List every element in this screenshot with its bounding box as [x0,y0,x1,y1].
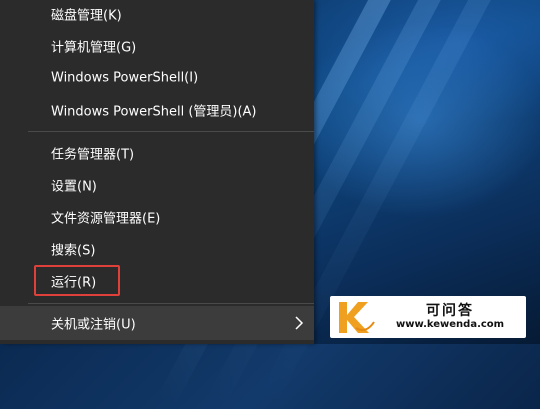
menu-item-file-explorer[interactable]: 文件资源管理器(E) [0,201,314,233]
menu-item-label: 计算机管理(G) [51,40,137,56]
menu-item-task-manager[interactable]: 任务管理器(T) [0,137,314,169]
menu-item-shutdown-signout[interactable]: 关机或注销(U) [0,306,314,340]
chevron-right-icon [295,316,304,330]
watermark-badge: 可问答 www.kewenda.com [330,296,526,338]
menu-item-label: 任务管理器(T) [51,147,135,163]
menu-item-settings[interactable]: 设置(N) [0,169,314,201]
watermark-title: 可问答 [426,303,474,319]
winx-context-menu: 磁盘管理(K) 计算机管理(G) Windows PowerShell(I) W… [0,0,314,344]
menu-item-label: 设置(N) [51,179,97,195]
menu-item-label: 关机或注销(U) [51,317,136,333]
menu-item-label: Windows PowerShell(I) [51,70,199,86]
menu-item-computer-management[interactable]: 计算机管理(G) [0,30,314,62]
menu-item-search[interactable]: 搜索(S) [0,233,314,265]
menu-item-label: Windows PowerShell (管理员)(A) [51,104,257,120]
watermark-url: www.kewenda.com [396,319,505,330]
menu-item-label: 文件资源管理器(E) [51,211,161,227]
highlight-annotation-box [34,265,120,296]
menu-separator [28,303,314,304]
menu-item-powershell[interactable]: Windows PowerShell(I) [0,62,314,94]
menu-item-label: 磁盘管理(K) [51,8,122,24]
menu-separator [28,131,314,132]
menu-item-powershell-admin[interactable]: Windows PowerShell (管理员)(A) [0,94,314,126]
kewenda-logo-icon [339,302,375,333]
menu-item-disk-management[interactable]: 磁盘管理(K) [0,0,314,30]
menu-item-label: 搜索(S) [51,243,96,259]
